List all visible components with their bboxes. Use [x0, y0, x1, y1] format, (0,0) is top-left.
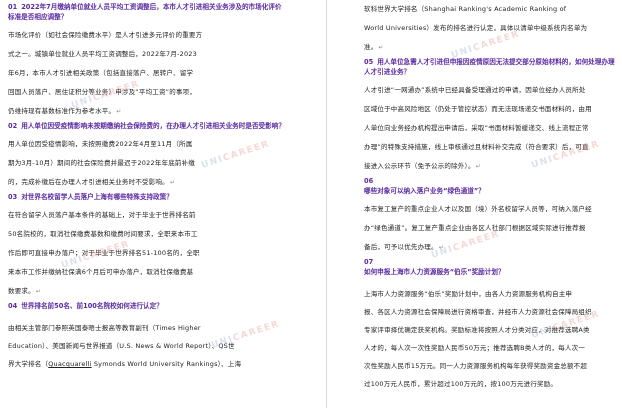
answer-paragraph-4-continued: 软科世界大学排名（Shanghai Ranking's Academic Ran… — [364, 5, 588, 51]
answer-paragraph-3: 在符合留学人员落户基本条件的基础上，对于毕业于世界排名前 50名院校的，取消社保… — [8, 211, 200, 295]
answer-paragraph-5: 人才引进“一网通办”系统中已经具备受理通过的申请，因单位经办人员所处 区域位于中… — [364, 86, 592, 170]
left-column: 01 2022年7月缴纳单位就业人员平均工资调整后，本市人才引进相关业务涉及的市场… — [8, 0, 286, 408]
right-column: 软科世界大学排名（Shanghai Ranking's Academic Ran… — [364, 0, 620, 408]
question-heading-2: 02 用人单位因受疫情影响未按期缴纳社会保险费的，在办理人才引进相关业务时是否受影… — [8, 122, 285, 130]
question-heading-7: 07 — [364, 258, 374, 266]
document-page: 01 2022年7月缴纳单位就业人员平均工资调整后，本市人才引进相关业务涉及的市场… — [0, 0, 622, 408]
answer-paragraph-7: 上海市人力资源服务“伯乐”奖励计划中，由各人力资源服务机构自主申 报、各区人力资… — [364, 290, 592, 388]
answer-paragraph-1: 市场化评价（如社会保险缴费水平）是人才引进多元评价的重要方 式之一。城镇单位就业… — [8, 31, 203, 115]
underlined-word: Quacquarelli — [48, 360, 92, 368]
column-divider — [326, 0, 327, 408]
question-heading-4: 04 世界排名前50名、前100名院校如何进行认定？ — [8, 302, 163, 310]
question-heading-1: 01 2022年7月缴纳单位就业人员平均工资调整后，本市人才引进相关业务涉及的市场… — [8, 3, 282, 21]
question-heading-5: 05 用人单位急需人才引进但申报因疫情原因无法提交部分原始材料的，如何处理办理人才… — [364, 58, 615, 76]
question-text-6: 哪些对象可以纳入落户业务“绿色通道”？ — [364, 187, 485, 195]
question-text-7: 如何申报上海市人力资源服务“伯乐”奖励计划？ — [364, 268, 505, 276]
answer-paragraph-4: 由相关主管部门参照英国泰晤士报高等教育副刊（Times Higher Educa… — [8, 324, 242, 368]
answer-paragraph-2: 用人单位因受疫情影响，未按照缴费2022年4月至11月（所属 期为3月-10月）… — [8, 140, 195, 186]
answer-paragraph-6: 本市复工复产的重点企业人才以及国（境）外名校留学人员等，可纳入落户经 办“绿色通… — [364, 205, 592, 251]
question-heading-3: 03 对世界名校留学人员落户上海有哪些特殊支持政策？ — [8, 193, 173, 201]
question-heading-6: 06 — [364, 177, 374, 185]
